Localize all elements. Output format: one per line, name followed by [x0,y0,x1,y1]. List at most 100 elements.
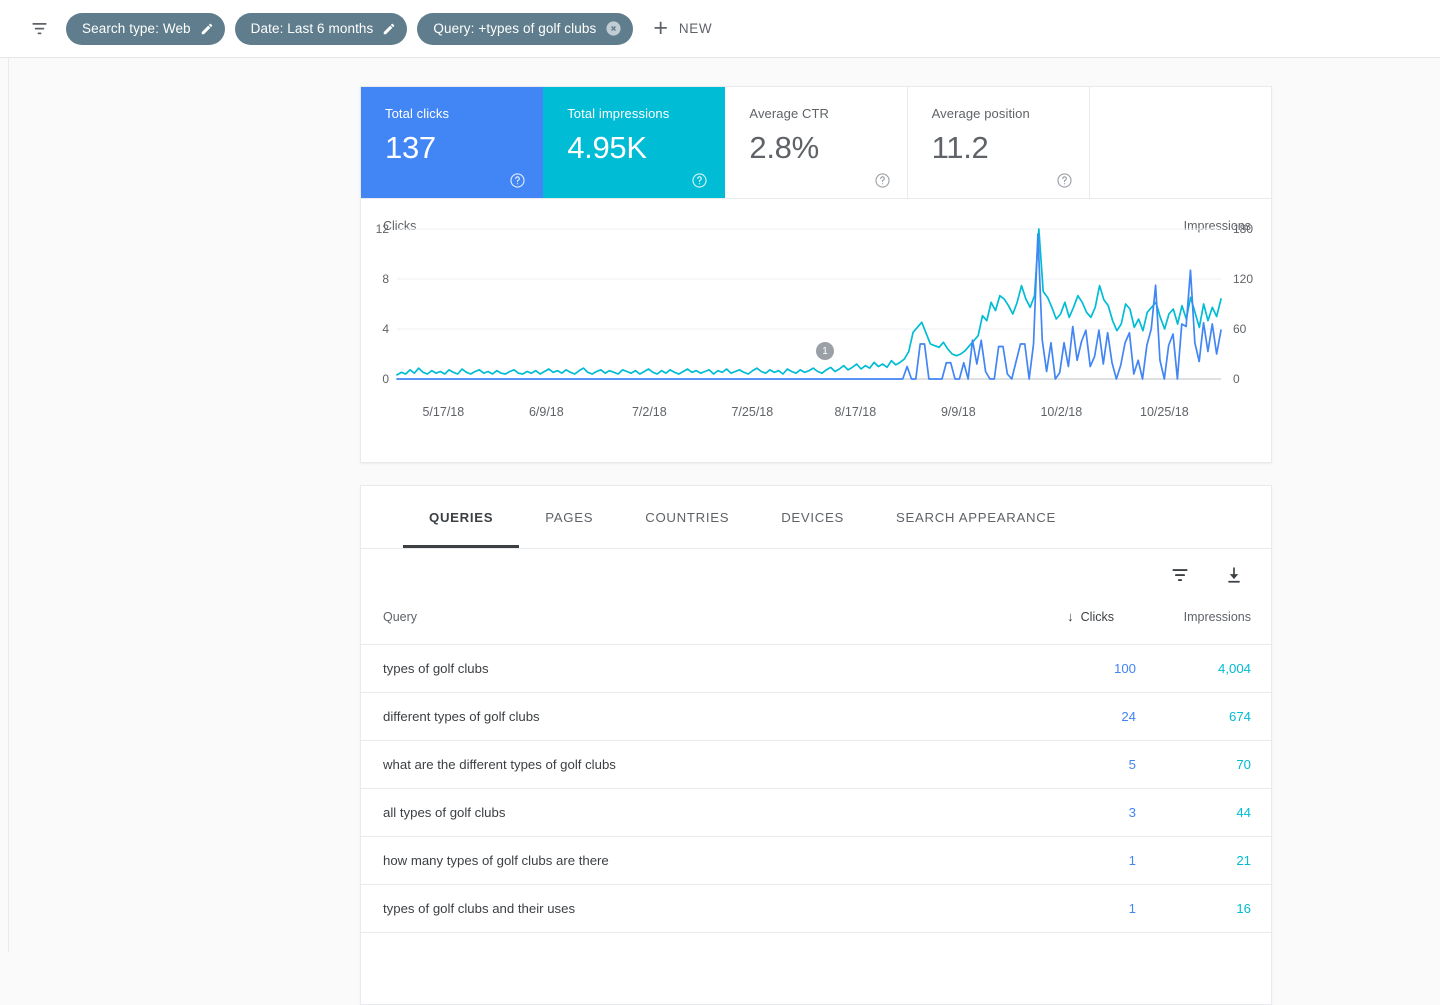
metric-average-position[interactable]: Average position 11.2 [908,87,1090,198]
cell-query: different types of golf clubs [361,693,1001,741]
svg-text:10/25/18: 10/25/18 [1140,405,1189,419]
svg-text:5/17/18: 5/17/18 [422,405,464,419]
metric-total-impressions[interactable]: Total impressions 4.95K [543,87,725,198]
metric-total-clicks-label: Total clicks [385,106,542,121]
svg-text:7/25/18: 7/25/18 [731,405,773,419]
help-circle-icon[interactable] [1056,172,1073,189]
cell-query: how many types of golf clubs are there [361,837,1001,885]
svg-text:0: 0 [382,372,389,386]
metric-total-clicks-value: 137 [385,130,542,166]
page-canvas: Total clicks 137 Total impressions 4.95K [9,58,1440,952]
cell-query: what are the different types of golf clu… [361,741,1001,789]
new-filter-label: NEW [679,21,712,36]
cell-clicks: 5 [1001,741,1136,789]
svg-text:180: 180 [1233,222,1253,236]
tab-pages[interactable]: PAGES [519,486,619,548]
svg-text:8/17/18: 8/17/18 [834,405,876,419]
chip-date-range-label: Date: Last 6 months [251,22,374,36]
chip-query-label: Query: +types of golf clubs [433,22,596,36]
tab-label: COUNTRIES [645,510,729,525]
tab-search-appearance[interactable]: SEARCH APPEARANCE [870,486,1082,548]
new-filter-button[interactable]: + NEW [653,16,712,41]
tab-label: QUERIES [429,510,493,525]
metric-total-impressions-label: Total impressions [567,106,724,121]
metric-total-clicks[interactable]: Total clicks 137 [361,87,543,198]
column-header-clicks[interactable]: ↓ Clicks [1001,601,1136,645]
metric-cards: Total clicks 137 Total impressions 4.95K [361,87,1271,199]
filter-icon[interactable] [22,12,56,46]
table-row[interactable]: all types of golf clubs344 [361,789,1272,837]
svg-text:8: 8 [382,272,389,286]
cell-query: all types of golf clubs [361,789,1001,837]
cell-clicks: 1 [1001,885,1136,933]
help-circle-icon[interactable] [874,172,891,189]
chip-date-range[interactable]: Date: Last 6 months [235,13,408,45]
table-toolbar [361,549,1271,601]
filter-bar: Search type: Web Date: Last 6 months Que… [0,0,1440,58]
chart-annotation-badge[interactable]: 1 [816,342,834,360]
cell-clicks: 100 [1001,645,1136,693]
chip-search-type[interactable]: Search type: Web [66,13,225,45]
download-icon[interactable] [1223,564,1245,586]
metric-empty-slot [1090,87,1271,198]
table-header-row: Query ↓ Clicks Impressions [361,601,1272,645]
table-row[interactable]: what are the different types of golf clu… [361,741,1272,789]
svg-text:60: 60 [1233,322,1247,336]
left-rail [0,58,9,952]
sort-arrow-icon: ↓ [1067,609,1074,624]
performance-chart: Clicks Impressions 048120601201805/17/18… [361,199,1271,463]
cell-impressions: 21 [1136,837,1272,885]
pencil-edit-icon[interactable] [382,22,396,36]
cell-impressions: 674 [1136,693,1272,741]
svg-text:12: 12 [376,222,390,236]
svg-text:6/9/18: 6/9/18 [529,405,564,419]
chart-plot-area[interactable]: 048120601201805/17/186/9/187/2/187/25/18… [361,199,1271,463]
metric-average-ctr-label: Average CTR [749,106,906,121]
filter-chip-list: Search type: Web Date: Last 6 months Que… [66,13,633,45]
svg-text:4: 4 [382,322,389,336]
svg-text:10/2/18: 10/2/18 [1040,405,1082,419]
performance-card: Total clicks 137 Total impressions 4.95K [360,86,1272,463]
cell-impressions: 44 [1136,789,1272,837]
chip-query[interactable]: Query: +types of golf clubs [417,13,633,45]
tab-label: PAGES [545,510,593,525]
metric-total-impressions-value: 4.95K [567,130,724,166]
column-header-impressions[interactable]: Impressions [1136,601,1272,645]
table-row[interactable]: types of golf clubs and their uses116 [361,885,1272,933]
svg-text:7/2/18: 7/2/18 [632,405,667,419]
queries-table: Query ↓ Clicks Impressions types of golf… [361,601,1272,933]
cell-impressions: 16 [1136,885,1272,933]
pencil-edit-icon[interactable] [200,22,214,36]
metric-average-ctr-value: 2.8% [749,130,906,166]
chip-search-type-label: Search type: Web [82,22,191,36]
filter-icon[interactable] [1169,564,1191,586]
cell-query: types of golf clubs [361,645,1001,693]
plus-icon: + [653,16,668,41]
table-body: types of golf clubs1004,004different typ… [361,645,1272,933]
cell-clicks: 24 [1001,693,1136,741]
cell-clicks: 3 [1001,789,1136,837]
tab-countries[interactable]: COUNTRIES [619,486,755,548]
metric-average-ctr[interactable]: Average CTR 2.8% [725,87,907,198]
tab-label: DEVICES [781,510,844,525]
svg-text:0: 0 [1233,372,1240,386]
dimension-tabs: QUERIES PAGES COUNTRIES DEVICES SEARCH APPEA… [361,486,1271,549]
cell-impressions: 4,004 [1136,645,1272,693]
dimension-table-card: QUERIES PAGES COUNTRIES DEVICES SEARCH APPEA… [360,485,1272,1005]
help-circle-icon[interactable] [691,172,708,189]
metric-average-position-label: Average position [932,106,1089,121]
svg-text:9/9/18: 9/9/18 [941,405,976,419]
close-circle-icon[interactable] [605,20,622,37]
cell-impressions: 70 [1136,741,1272,789]
tab-label: SEARCH APPEARANCE [896,510,1056,525]
column-header-query[interactable]: Query [361,601,1001,645]
cell-query: types of golf clubs and their uses [361,885,1001,933]
table-row[interactable]: different types of golf clubs24674 [361,693,1272,741]
tab-queries[interactable]: QUERIES [403,486,519,548]
help-circle-icon[interactable] [509,172,526,189]
tab-devices[interactable]: DEVICES [755,486,870,548]
table-row[interactable]: types of golf clubs1004,004 [361,645,1272,693]
metric-average-position-value: 11.2 [932,130,1089,166]
table-row[interactable]: how many types of golf clubs are there12… [361,837,1272,885]
column-header-clicks-label: Clicks [1081,610,1114,624]
